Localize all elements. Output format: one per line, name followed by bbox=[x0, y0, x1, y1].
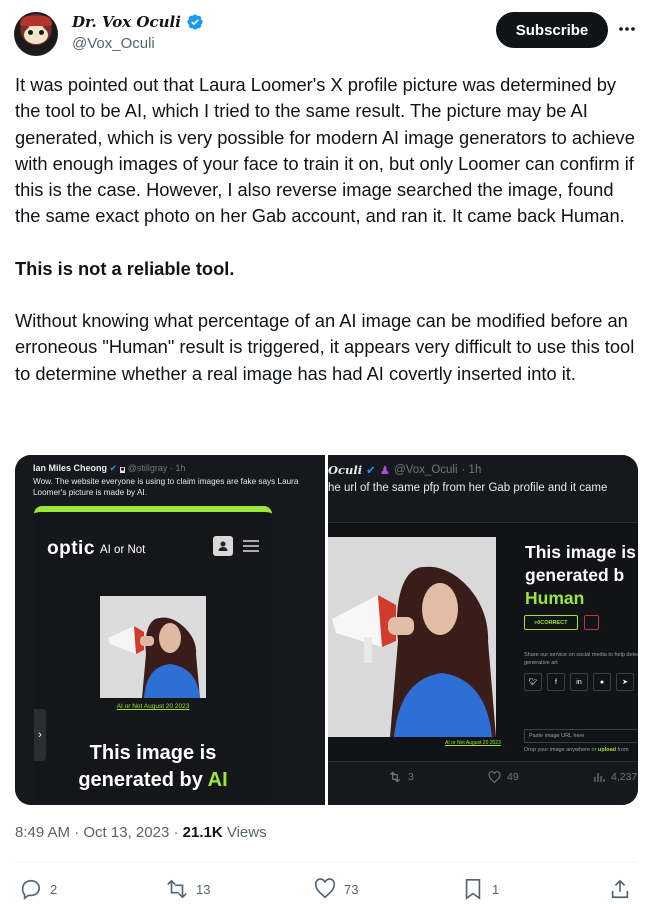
repost-count: 13 bbox=[196, 881, 211, 897]
heart-icon bbox=[314, 878, 336, 899]
author-name-row[interactable]: Dr. Vox Oculi bbox=[72, 13, 204, 31]
drop-text-prefix: Drop your image anywhere or bbox=[524, 747, 597, 753]
menu-icon bbox=[243, 540, 259, 552]
photo-caption-link: AI or Not August 20 2023 bbox=[116, 703, 190, 710]
reddit-icon: ● bbox=[593, 673, 611, 691]
social-share-row: 🐦︎ f in ● ➤ ☎︎ bbox=[524, 673, 638, 691]
tweet-time[interactable]: 8:49 AM bbox=[15, 824, 70, 841]
person-icon: ♟ bbox=[379, 465, 391, 477]
embedded-post-header: Oculi ✔ ♟ @Vox_Oculi · 1h bbox=[328, 463, 481, 477]
tweet-paragraph: It was pointed out that Laura Loomer's X… bbox=[15, 74, 635, 227]
tweet-body: It was pointed out that Laura Loomer's X… bbox=[15, 72, 637, 387]
bookmark-button[interactable]: 1 bbox=[462, 878, 499, 900]
telegram-icon: ➤ bbox=[616, 673, 634, 691]
upload-link: upload bbox=[597, 747, 617, 753]
embedded-time: · 1h bbox=[169, 463, 186, 473]
bookmark-count: 1 bbox=[492, 881, 500, 897]
divider bbox=[15, 862, 638, 863]
reply-icon bbox=[21, 879, 41, 900]
embedded-author: Oculi bbox=[328, 463, 363, 477]
verdict-text: This image is generated by AI bbox=[34, 740, 272, 794]
views-icon bbox=[594, 773, 605, 782]
meta-separator: · bbox=[173, 824, 179, 841]
embedded-view-count: 4,237 bbox=[611, 771, 638, 783]
tweet-meta: 8:49 AM · Oct 13, 2023 · 21.1K Views bbox=[15, 824, 267, 841]
drop-text: Drop your image anywhere or upload from bbox=[524, 747, 629, 753]
like-button[interactable]: 73 bbox=[314, 878, 358, 900]
embedded-repost: 3 bbox=[388, 771, 414, 783]
analyzed-photo-large bbox=[328, 537, 496, 737]
tweet-paragraph-bold: This is not a reliable tool. bbox=[15, 256, 637, 282]
correct-label: CORRECT bbox=[540, 619, 568, 626]
embedded-like: 49 bbox=[488, 771, 519, 783]
author-avatar[interactable] bbox=[14, 12, 58, 56]
embedded-views: 4,237 bbox=[593, 771, 637, 783]
share-text: Share our service on social media to hel… bbox=[524, 652, 638, 666]
optic-logo: optic bbox=[47, 538, 95, 559]
facebook-icon: f bbox=[547, 673, 565, 691]
views-count: 21.1K bbox=[182, 824, 223, 841]
subscribe-button[interactable]: Subscribe bbox=[496, 12, 608, 48]
tweet-date[interactable]: Oct 13, 2023 bbox=[83, 824, 169, 841]
bold-statement: This is not a reliable tool. bbox=[15, 257, 235, 279]
embedded-post-text: Wow. The website everyone is using to cl… bbox=[33, 477, 299, 497]
media-screenshot-right[interactable]: Oculi ✔ ♟ @Vox_Oculi · 1h he url of the … bbox=[328, 455, 638, 805]
optic-app-card: optic AI or Not AI or Not August 20 2023… bbox=[34, 506, 272, 802]
verdict-line: This image is bbox=[525, 542, 636, 562]
heart-icon bbox=[488, 771, 501, 783]
verdict-line-text: generated by bbox=[78, 769, 203, 791]
analyzed-photo-small bbox=[100, 596, 206, 698]
share-icon bbox=[611, 879, 629, 899]
embedded-repost-count: 3 bbox=[408, 771, 414, 783]
verdict-line: This image is bbox=[89, 742, 217, 764]
meta-separator: · bbox=[74, 824, 80, 841]
verified-badge-icon: ✔ bbox=[109, 463, 118, 473]
author-handle[interactable]: @Vox_Oculi bbox=[72, 35, 155, 52]
embedded-post-header: Ian Miles Cheong ✔ ■ @stillgray · 1h bbox=[33, 463, 185, 474]
verdict-line: generated b bbox=[525, 565, 625, 585]
reply-button[interactable]: 2 bbox=[20, 878, 57, 900]
correct-button: 👍︎ CORRECT bbox=[524, 615, 578, 630]
tweet-paragraph: Without knowing what percentage of an AI… bbox=[15, 310, 635, 384]
verdict-line: generated by AI bbox=[34, 767, 272, 794]
twitter-icon: 🐦︎ bbox=[524, 673, 542, 691]
image-url-input: Paste image URL here bbox=[524, 729, 638, 743]
embedded-post-text: he url of the same pfp from her Gab prof… bbox=[328, 482, 608, 494]
repost-button[interactable]: 13 bbox=[166, 878, 210, 900]
embedded-handle: @stillgray bbox=[127, 463, 168, 473]
like-count: 73 bbox=[344, 881, 359, 897]
action-bar: 2 13 73 1 bbox=[0, 874, 645, 904]
affiliate-badge-icon: ■ bbox=[119, 467, 126, 473]
embedded-author: Ian Miles Cheong bbox=[33, 463, 108, 473]
optic-result-card: AI or Not August 20 2023 This image is g… bbox=[328, 522, 638, 762]
embedded-time: · 1h bbox=[461, 464, 482, 476]
views-label: Views bbox=[226, 824, 267, 841]
reply-count: 2 bbox=[50, 881, 58, 897]
drop-text-suffix: from bbox=[617, 747, 629, 753]
user-icon bbox=[213, 536, 233, 556]
embedded-handle: @Vox_Oculi bbox=[394, 464, 458, 476]
tweet-media[interactable]: Ian Miles Cheong ✔ ■ @stillgray · 1h Wow… bbox=[15, 455, 638, 805]
verdict-human: Human bbox=[525, 588, 585, 608]
media-screenshot-left[interactable]: Ian Miles Cheong ✔ ■ @stillgray · 1h Wow… bbox=[15, 455, 325, 805]
share-button[interactable] bbox=[609, 878, 631, 900]
repost-icon bbox=[389, 771, 401, 783]
incorrect-button bbox=[584, 615, 599, 630]
optic-logo-sub: AI or Not bbox=[100, 544, 146, 556]
photo-caption-link: AI or Not August 20 2023 bbox=[445, 740, 501, 746]
more-dots-icon[interactable] bbox=[616, 18, 638, 40]
verified-badge-icon bbox=[187, 14, 203, 30]
embedded-like-count: 49 bbox=[507, 771, 519, 783]
verified-badge-icon: ✔ bbox=[366, 465, 376, 477]
author-display-name[interactable]: Dr. Vox Oculi bbox=[72, 13, 181, 31]
embedded-action-bar: 3 49 4,237 bbox=[328, 771, 638, 791]
verdict-text: This image is generated b Human bbox=[525, 541, 636, 610]
verdict-ai: AI bbox=[207, 769, 228, 791]
linkedin-icon: in bbox=[570, 673, 588, 691]
repost-icon bbox=[167, 879, 187, 899]
bookmark-icon bbox=[465, 879, 481, 900]
